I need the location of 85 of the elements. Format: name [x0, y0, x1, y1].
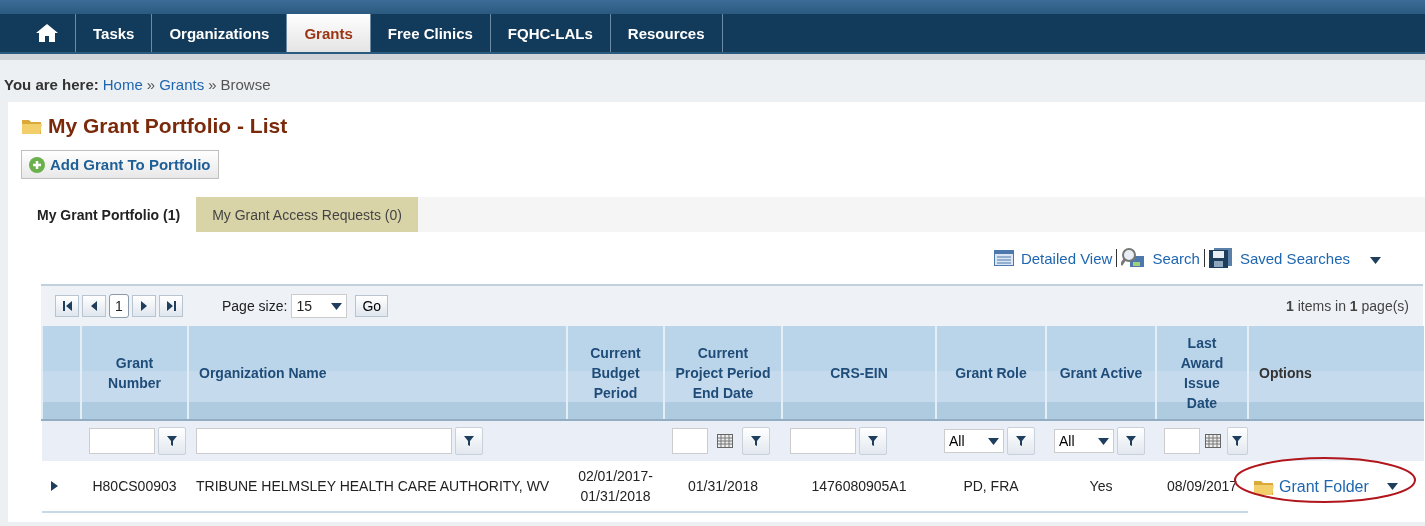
filter-icon	[1231, 435, 1244, 447]
calendar-icon	[717, 434, 733, 448]
filter-dropdown[interactable]: All	[944, 429, 1004, 453]
table-cell: Yes	[1046, 461, 1156, 512]
add-grant-button[interactable]: Add Grant To Portfolio	[21, 150, 219, 179]
column-header: CRS-EIN	[782, 326, 936, 420]
dropdown-caret-icon	[1098, 437, 1109, 445]
page-size-dropdown[interactable]: 15	[291, 294, 348, 318]
previous-page-icon	[91, 301, 97, 311]
column-header: Grant Active	[1046, 326, 1156, 420]
last-page-button[interactable]	[159, 295, 183, 317]
filter-button[interactable]	[455, 427, 483, 455]
page-size-label: Page size:	[222, 298, 288, 314]
filter-field[interactable]	[790, 428, 856, 454]
filter-icon	[867, 435, 879, 447]
nav-tab[interactable]: Free Clinics	[370, 14, 491, 52]
table-cell: PD, FRA	[936, 461, 1046, 512]
view-link[interactable]: Saved Searches	[1239, 249, 1350, 267]
expand-icon	[50, 481, 58, 491]
breadcrumb-link[interactable]: Grants	[159, 76, 205, 102]
filter-icon	[1015, 435, 1027, 447]
filter-icon	[463, 435, 475, 447]
list-icon	[993, 250, 1014, 266]
tab[interactable]: My Grant Portfolio (1)	[21, 197, 197, 232]
table-cell: TRIBUNE HELMSLEY HEALTH CARE AUTHORITY, WV	[188, 461, 567, 512]
filter-field[interactable]	[89, 428, 155, 454]
page-title: My Grant Portfolio - List	[48, 114, 288, 138]
last-page-icon	[166, 301, 176, 311]
grant-folder-link[interactable]: Grant Folder	[1279, 477, 1369, 496]
dropdown-caret-icon	[331, 302, 343, 310]
date-field[interactable]	[672, 428, 708, 454]
breadcrumb-separator: »	[208, 76, 217, 95]
next-page-icon	[141, 301, 147, 311]
filter-dropdown[interactable]: All	[1054, 429, 1114, 453]
current-page[interactable]: 1	[109, 294, 129, 318]
nav-tab[interactable]: Tasks	[76, 14, 153, 52]
nav-tab[interactable]: Grants	[287, 14, 371, 52]
column-header: Organization Name	[188, 326, 567, 420]
folder-icon	[21, 117, 43, 135]
dropdown-caret-icon	[988, 437, 999, 445]
view-link[interactable]: Search	[1152, 249, 1200, 267]
table-cell: 01/31/2018	[664, 461, 782, 512]
options-caret-icon	[1386, 483, 1398, 490]
table-cell: 02/01/2017-01/31/2018	[567, 461, 664, 512]
filter-icon	[1125, 435, 1137, 447]
floppy-disk-icon	[1208, 248, 1233, 268]
column-header: Grant Role	[936, 326, 1046, 420]
nav-tab[interactable]: FQHC-LALs	[490, 14, 611, 52]
first-page-button[interactable]	[55, 295, 79, 317]
filter-field[interactable]	[196, 428, 452, 454]
plus-icon	[29, 156, 45, 173]
filter-button[interactable]	[1117, 427, 1145, 455]
breadcrumb-link[interactable]: Home	[102, 76, 143, 102]
breadcrumb-current: Browse	[220, 76, 271, 95]
view-link[interactable]: Detailed View	[1020, 249, 1113, 267]
home-icon	[36, 24, 58, 42]
column-header: Last Award Issue Date	[1156, 326, 1248, 420]
filter-icon	[166, 435, 178, 447]
pager-summary: 1 items in 1 page(s)	[1286, 298, 1409, 314]
column-header: Grant Number	[81, 326, 188, 420]
date-field[interactable]	[1164, 428, 1200, 454]
tab[interactable]: My Grant Access Requests (0)	[196, 197, 418, 232]
filter-button[interactable]	[859, 427, 887, 455]
menu-caret-icon	[1370, 256, 1381, 264]
go-button[interactable]: Go	[355, 295, 389, 317]
filter-icon	[750, 435, 762, 447]
column-header: Current Project Period End Date	[664, 326, 782, 420]
table-cell: H80CS00903	[81, 461, 188, 512]
breadcrumb-separator: »	[146, 76, 156, 95]
table-cell: 1476080905A1	[782, 461, 936, 512]
column-header: Options	[1248, 326, 1424, 420]
first-page-icon	[62, 301, 72, 311]
calendar-icon	[1205, 434, 1222, 448]
previous-page-button[interactable]	[82, 295, 106, 317]
next-page-button[interactable]	[132, 295, 156, 317]
filter-button[interactable]	[742, 427, 770, 455]
table-cell: 08/09/2017	[1156, 461, 1248, 512]
nav-tab[interactable]: Resources	[610, 14, 723, 52]
filter-button[interactable]	[1007, 427, 1035, 455]
column-header: Current Budget Period	[567, 326, 664, 420]
search-icon	[1121, 248, 1146, 268]
breadcrumb-label: You are here:	[4, 76, 99, 95]
expand-row-button[interactable]	[50, 481, 58, 491]
filter-button[interactable]	[158, 427, 186, 455]
filter-button[interactable]	[1226, 427, 1248, 455]
